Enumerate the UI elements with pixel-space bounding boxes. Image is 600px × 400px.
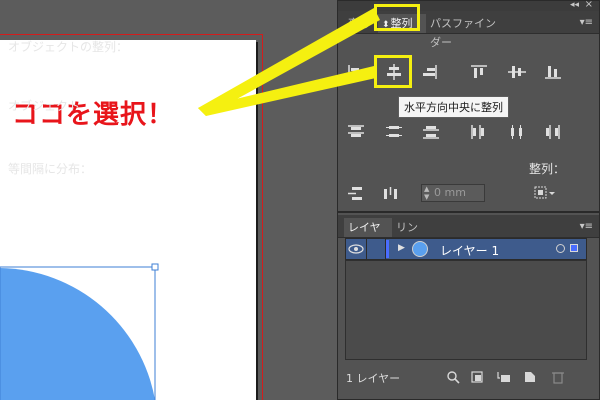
distribute-bottom-button[interactable] <box>418 121 444 143</box>
close-icon[interactable]: × <box>585 0 593 10</box>
align-right-button[interactable] <box>418 61 444 83</box>
align-right-icon <box>423 65 437 79</box>
distribute-right-icon <box>546 125 560 139</box>
layers-count: 1 レイヤー <box>346 372 401 385</box>
distribute-top-icon <box>348 125 364 137</box>
panel-menu-icon[interactable]: ▾≡ <box>580 17 593 28</box>
distribute-objects-label: オブジェクト <box>8 99 81 113</box>
layer-name[interactable]: レイヤー 1 <box>440 242 499 259</box>
layers-menu-icon[interactable]: ▾≡ <box>580 221 593 232</box>
align-to-dropdown[interactable] <box>530 183 558 203</box>
distribute-left-button[interactable] <box>466 121 492 143</box>
clipping-mask-icon[interactable] <box>470 370 486 384</box>
tooltip: 水平方向中央に整列 <box>398 96 509 118</box>
spacing-value-field[interactable]: ▲ ▼ 0 mm <box>421 184 485 202</box>
layer-selection-indicator[interactable] <box>570 244 578 252</box>
layer-color-swatch <box>386 240 389 258</box>
new-layer-icon[interactable] <box>522 370 538 384</box>
align-left-button[interactable] <box>343 61 369 83</box>
align-to-label: 整列： <box>529 162 566 176</box>
distribute-spacing-horizontal-icon <box>384 187 397 199</box>
distribute-vertical-center-icon <box>386 126 402 137</box>
align-top-icon <box>471 65 487 78</box>
distribute-horizontal-center-icon <box>511 125 522 139</box>
align-left-icon <box>348 65 363 79</box>
spacing-value: 0 mm <box>434 186 466 199</box>
distribute-bottom-icon <box>423 126 439 139</box>
delete-layer-icon[interactable] <box>550 370 566 384</box>
distribute-top-button[interactable] <box>343 121 369 143</box>
align-to-selection-icon <box>534 186 555 199</box>
align-objects-label: オブジェクトの整列： <box>8 40 129 54</box>
button-highlight-box <box>374 55 412 88</box>
align-vertical-center-icon <box>508 66 526 78</box>
layer-thumbnail <box>412 241 428 257</box>
align-vertical-center-button[interactable] <box>504 61 530 83</box>
align-bottom-icon <box>545 66 561 79</box>
distribute-spacing-label: 等間隔に分布： <box>8 162 93 176</box>
lock-toggle[interactable] <box>366 239 386 259</box>
distribute-vertical-center-button[interactable] <box>381 121 407 143</box>
tab-pathfinder[interactable]: パスファインダー <box>426 14 506 49</box>
layers-footer: 1 レイヤー <box>338 366 599 388</box>
tab-layers[interactable]: レイヤー <box>344 218 392 253</box>
layers-list-area[interactable] <box>345 260 587 360</box>
tab-links[interactable]: リンク <box>392 218 432 253</box>
tab-transform[interactable]: 変形 <box>344 14 376 33</box>
expand-triangle-icon[interactable]: ▶ <box>398 243 405 253</box>
distribute-spacing-vertical-button[interactable] <box>343 183 369 205</box>
selected-circle-shape[interactable] <box>0 0 337 400</box>
document-canvas[interactable]: ココを選択！ <box>0 0 337 400</box>
layers-panel-tabs: レイヤー リンク ▾≡ <box>338 215 599 253</box>
align-bottom-button[interactable] <box>540 61 566 83</box>
collapse-icon[interactable]: ◂◂ <box>570 0 579 10</box>
align-top-button[interactable] <box>466 61 492 83</box>
distribute-right-button[interactable] <box>540 121 566 143</box>
distribute-horizontal-center-button[interactable] <box>504 121 530 143</box>
distribute-spacing-vertical-icon <box>348 187 362 200</box>
distribute-left-icon <box>471 125 484 139</box>
tab-highlight-box <box>374 4 420 31</box>
distribute-spacing-horizontal-button[interactable] <box>378 183 404 205</box>
layer-row[interactable]: ▶ レイヤー 1 <box>345 238 587 260</box>
locate-object-icon[interactable] <box>446 370 462 384</box>
visibility-eye-icon[interactable] <box>348 243 364 255</box>
new-sublayer-icon[interactable] <box>496 370 512 384</box>
layer-target-icon[interactable] <box>556 244 565 253</box>
spinner-icon[interactable]: ▲ ▼ <box>424 185 429 201</box>
